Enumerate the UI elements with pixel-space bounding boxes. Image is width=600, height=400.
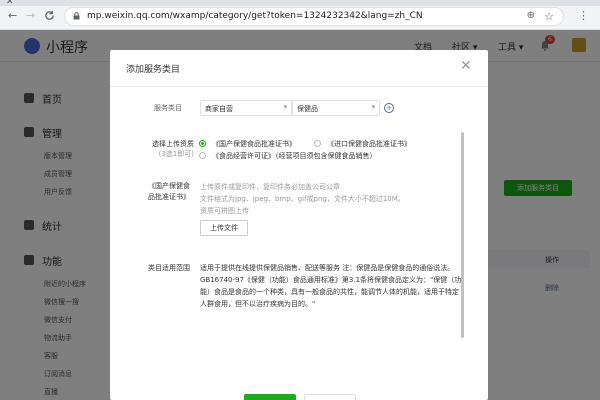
radio-food-license[interactable] bbox=[199, 152, 206, 159]
scope-label: 类目适用范围 bbox=[148, 264, 190, 272]
upload-label-line1: 《国产保健食 bbox=[148, 182, 190, 190]
qualification-label-sub: (3选1即可) bbox=[158, 150, 194, 158]
category-label: 服务类目 bbox=[154, 104, 182, 112]
dialog-divider bbox=[110, 86, 488, 87]
upload-label-line2: 品批准证书》 bbox=[148, 193, 190, 201]
radio-import-cert-label[interactable]: 《进口保健食品批准证书》 bbox=[327, 139, 411, 149]
chevron-down-icon: ▾ bbox=[283, 103, 287, 111]
scope-description: 适用于提供在线提供保健品销售、配送等服务 注：保健品是保健食品的通俗说法。GB1… bbox=[200, 264, 462, 308]
radio-import-cert[interactable] bbox=[314, 140, 321, 147]
category-select-secondary[interactable]: 保健品 ▾ bbox=[292, 100, 380, 116]
qualification-label: 选择上传资质 (3选1即可) bbox=[120, 139, 194, 159]
upload-tip-2: 文件格式为jpg、jpeg、bmp、gif或png，文件大小不超过10M。 bbox=[200, 195, 405, 203]
lock-icon bbox=[73, 12, 80, 20]
radio-domestic-cert-label[interactable]: 《国产保健食品批准证书》 bbox=[212, 139, 296, 149]
back-icon[interactable]: ← bbox=[8, 10, 17, 22]
close-icon[interactable]: ✕ bbox=[460, 58, 472, 74]
upload-label: 《国产保健食 品批准证书》 bbox=[120, 181, 190, 203]
category-select-primary-value: 商家自营 bbox=[205, 105, 233, 113]
zoom-icon[interactable]: ⊕ bbox=[527, 10, 535, 21]
upload-file-button[interactable]: 上传文件 bbox=[200, 220, 248, 236]
dialog-scrollbar[interactable] bbox=[461, 132, 464, 338]
forward-icon[interactable]: → bbox=[26, 10, 35, 22]
add-category-dialog: 添加服务类目 ✕ 服务类目 商家自营 ▾ 保健品 ▾ + 选择上传资质 (3选1… bbox=[110, 50, 488, 400]
dialog-title: 添加服务类目 bbox=[126, 65, 181, 75]
url-text[interactable]: mp.weixin.qq.com/wxamp/category/get?toke… bbox=[87, 11, 423, 21]
upload-tip-3: 资质可拼图上传 bbox=[200, 207, 249, 215]
browser-menu-icon[interactable]: ⋮ bbox=[578, 9, 589, 22]
upload-tip-1: 上传原件或复印件，复印件务必加盖公司公章 bbox=[200, 183, 340, 191]
radio-domestic-cert[interactable] bbox=[199, 140, 206, 147]
add-category-icon[interactable]: + bbox=[384, 103, 394, 113]
tab-close-icon[interactable]: ✕ bbox=[6, 0, 14, 7]
category-select-secondary-value: 保健品 bbox=[297, 105, 318, 113]
radio-food-license-label[interactable]: 《食品经营许可证》（经营项目须包含保健食品销售） bbox=[212, 151, 377, 161]
tab-strip: ✕ bbox=[0, 0, 600, 7]
chevron-down-icon: ▾ bbox=[371, 103, 375, 111]
address-bar[interactable]: mp.weixin.qq.com/wxamp/category/get?toke… bbox=[64, 7, 564, 26]
qualification-label-text: 选择上传资质 bbox=[152, 140, 194, 148]
cancel-button[interactable] bbox=[304, 394, 356, 400]
reload-icon[interactable] bbox=[44, 10, 55, 24]
confirm-button[interactable] bbox=[244, 394, 296, 400]
category-select-primary[interactable]: 商家自营 ▾ bbox=[200, 100, 292, 116]
bookmark-star-icon[interactable]: ☆ bbox=[544, 10, 554, 23]
browser-chrome: ✕ ← → mp.weixin.qq.com/wxamp/category/ge… bbox=[0, 0, 600, 30]
